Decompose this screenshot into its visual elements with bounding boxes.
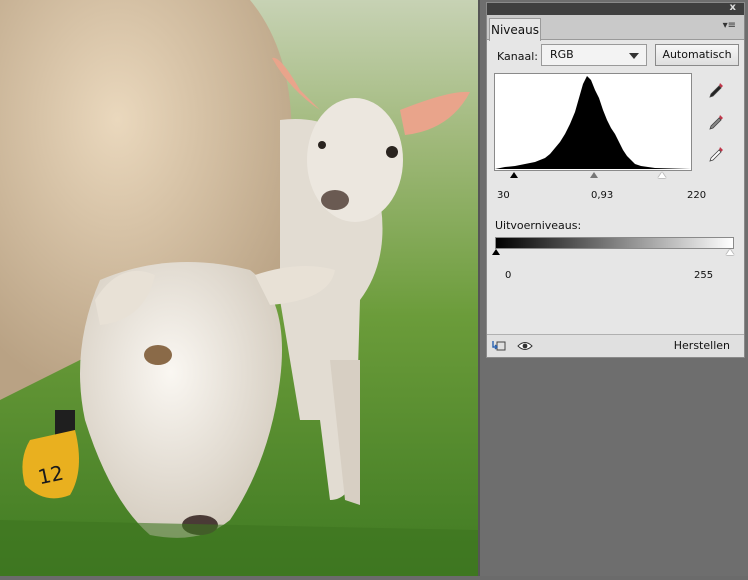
channel-label: Kanaal: (497, 50, 538, 63)
panel-menu-icon[interactable]: ▾≡ (723, 20, 736, 31)
output-levels-label: Uitvoerniveaus: (495, 219, 582, 232)
gamma-input-slider[interactable] (590, 172, 598, 178)
channel-selected-value: RGB (550, 48, 574, 61)
panel-titlebar[interactable]: x (487, 2, 744, 15)
histogram (494, 73, 692, 171)
white-eyedropper-icon[interactable] (707, 145, 725, 166)
visibility-eye-icon[interactable] (517, 339, 533, 356)
input-white-value[interactable]: 220 (687, 190, 706, 201)
gray-eyedropper-icon[interactable] (707, 113, 725, 134)
input-black-value[interactable]: 30 (497, 190, 510, 201)
black-input-slider[interactable] (510, 172, 518, 178)
histogram-graph (495, 76, 691, 169)
black-output-slider[interactable] (492, 249, 500, 255)
white-input-slider[interactable] (658, 172, 666, 178)
white-output-slider[interactable] (726, 249, 734, 255)
panel-dock: x Niveaus ▾≡ Kanaal: RGB Automatisch 30 … (480, 0, 748, 576)
tab-levels[interactable]: Niveaus (489, 18, 541, 41)
input-gamma-value[interactable]: 0,93 (591, 190, 613, 201)
black-eyedropper-icon[interactable] (707, 81, 725, 102)
close-icon[interactable]: x (730, 2, 736, 13)
reset-button[interactable]: Herstellen (674, 339, 730, 352)
output-white-value[interactable]: 255 (694, 270, 713, 281)
auto-button[interactable]: Automatisch (655, 44, 739, 66)
output-black-value[interactable]: 0 (505, 270, 511, 281)
channel-select[interactable]: RGB (541, 44, 647, 66)
panel-tabbar: Niveaus ▾≡ (487, 15, 744, 41)
levels-panel: x Niveaus ▾≡ Kanaal: RGB Automatisch 30 … (486, 2, 745, 358)
photo-canvas[interactable]: 12 (0, 0, 480, 576)
chevron-down-icon (629, 53, 639, 59)
output-gradient-bar (495, 237, 734, 249)
panel-footer: Herstellen (487, 334, 744, 357)
clip-to-layer-icon[interactable] (491, 339, 507, 356)
sheep-photo: 12 (0, 0, 478, 576)
